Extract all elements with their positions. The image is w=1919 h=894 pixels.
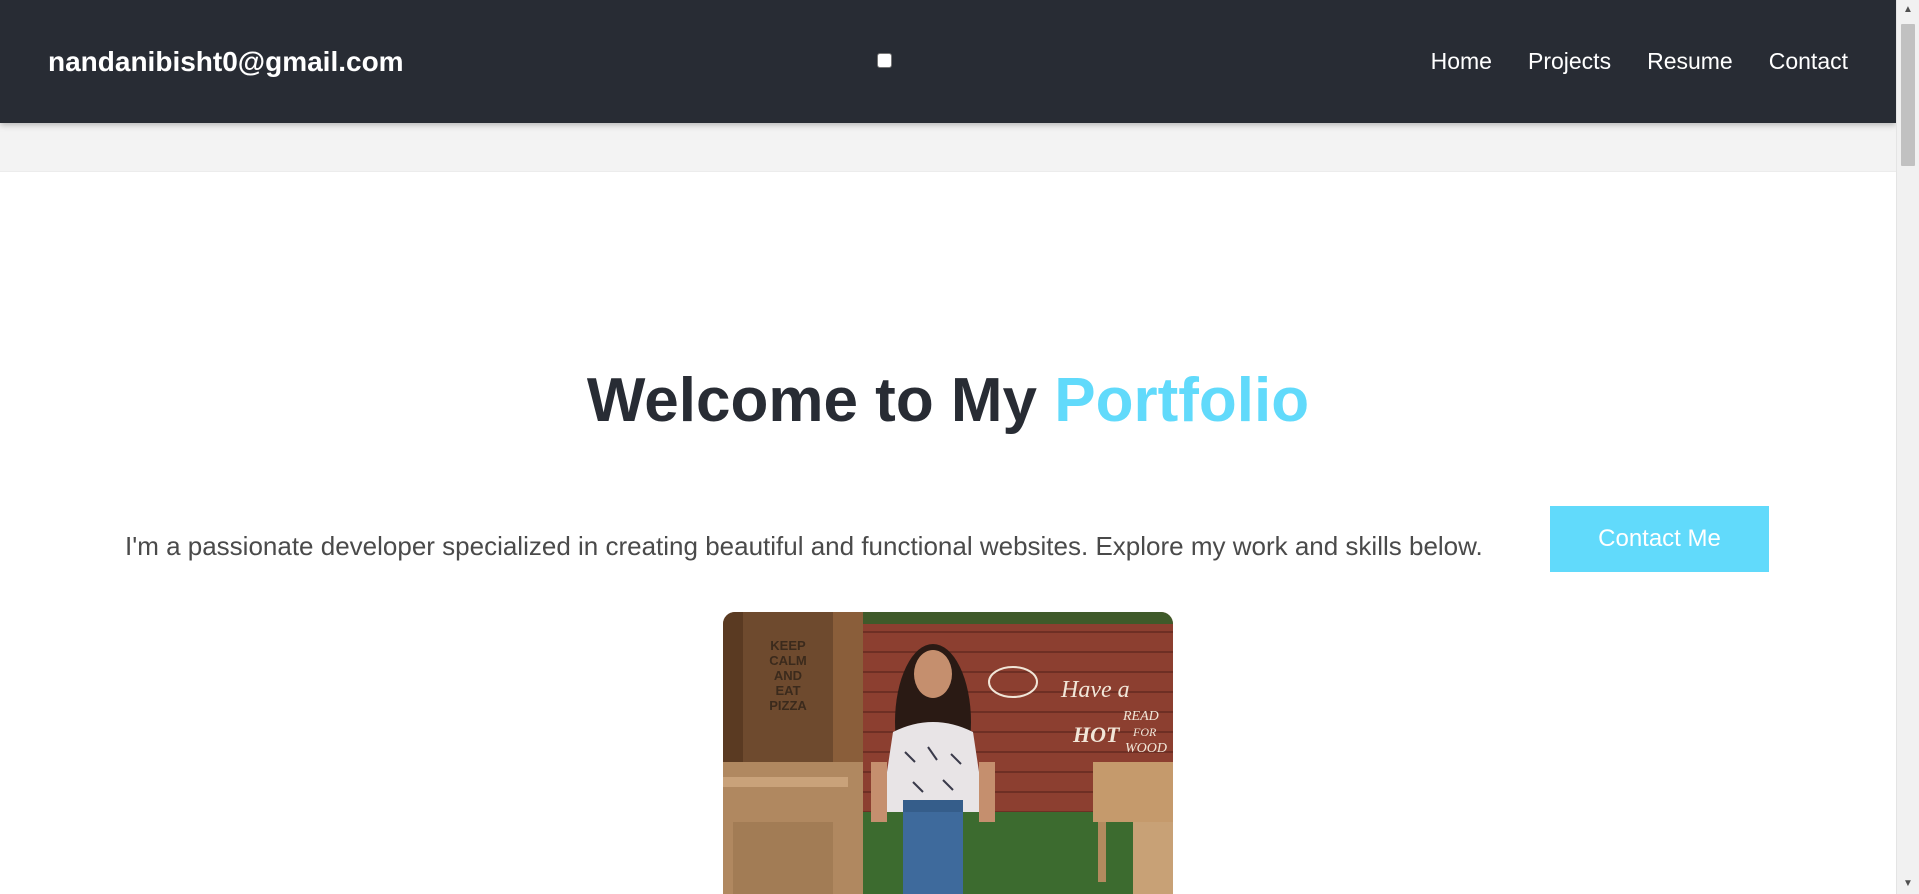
scroll-down-icon[interactable]: ▼ xyxy=(1897,874,1919,894)
navbar: nandanibisht0@gmail.com Home Projects Re… xyxy=(0,0,1896,123)
hero-title-main: Welcome to My xyxy=(586,366,1055,435)
photo-sign-line: CALM xyxy=(769,653,807,668)
photo-wall-text: FOR xyxy=(1132,725,1157,739)
page-viewport: nandanibisht0@gmail.com Home Projects Re… xyxy=(0,0,1896,894)
scroll-thumb[interactable] xyxy=(1901,24,1915,166)
photo-sign-line: PIZZA xyxy=(769,698,807,713)
hero-title: Welcome to My Portfolio xyxy=(0,365,1896,437)
scroll-up-icon[interactable]: ▲ xyxy=(1897,0,1919,20)
nav-link-contact[interactable]: Contact xyxy=(1769,46,1848,76)
photo-wall-text: WOOD xyxy=(1125,741,1167,756)
page-scrollbar[interactable]: ▲ ▼ xyxy=(1896,0,1919,894)
photo-wall-text: Have a xyxy=(1060,677,1130,703)
intro-row: I'm a passionate developer specialized i… xyxy=(0,506,1896,572)
photo-wall-text: HOT xyxy=(1072,722,1121,747)
photo-sign-line: KEEP xyxy=(770,638,806,653)
nav-link-projects[interactable]: Projects xyxy=(1528,46,1611,76)
header-spacer-bar xyxy=(0,123,1896,172)
brand-email[interactable]: nandanibisht0@gmail.com xyxy=(48,44,404,80)
nav-link-resume[interactable]: Resume xyxy=(1647,46,1733,76)
hero-title-accent: Portfolio xyxy=(1054,366,1310,435)
nav-links: Home Projects Resume Contact xyxy=(1431,46,1848,76)
profile-photo: KEEP CALM AND EAT PIZZA Have a HOT READ … xyxy=(723,612,1173,894)
photo-sign-line: EAT xyxy=(775,683,800,698)
intro-text: I'm a passionate developer specialized i… xyxy=(125,531,1483,561)
theme-toggle-checkbox[interactable] xyxy=(877,53,892,68)
contact-me-button[interactable]: Contact Me xyxy=(1550,506,1769,572)
photo-wall-text: READ xyxy=(1122,709,1159,724)
profile-photo-art: KEEP CALM AND EAT PIZZA Have a HOT READ … xyxy=(723,612,1173,894)
photo-sign-line: AND xyxy=(774,668,802,683)
nav-link-home[interactable]: Home xyxy=(1431,46,1492,76)
